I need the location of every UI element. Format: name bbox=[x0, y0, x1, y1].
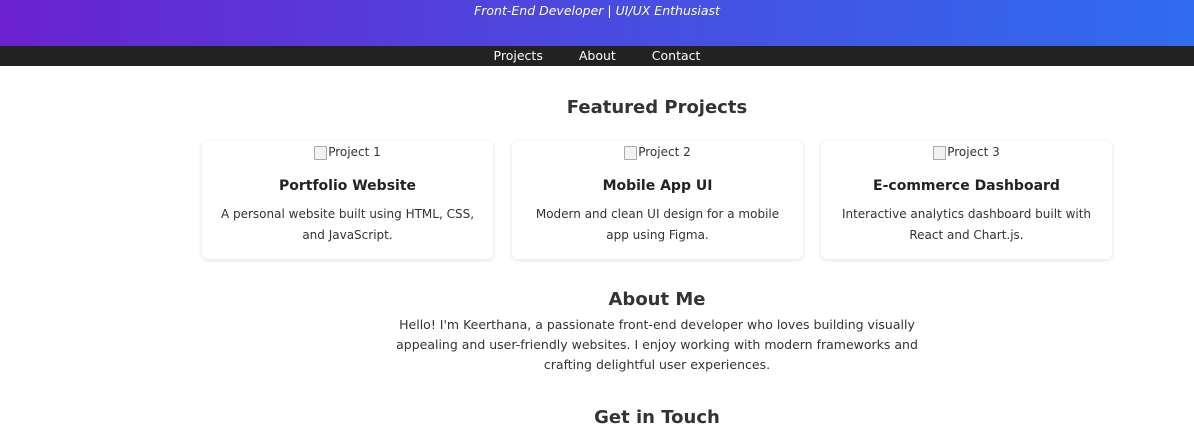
project-card-title: Mobile App UI bbox=[602, 178, 713, 194]
project-image-broken: Project 1 bbox=[314, 143, 381, 161]
project-card-description: Interactive analytics dashboard built wi… bbox=[841, 207, 1092, 242]
project-card-title: Portfolio Website bbox=[278, 178, 417, 194]
tagline: Front-End Developer | UI/UX Enthusiast bbox=[474, 3, 720, 18]
project-card-mobile-app[interactable]: Project 2 Mobile App UI Modern and clean… bbox=[512, 141, 803, 259]
navbar: Projects About Contact bbox=[0, 46, 1194, 66]
about-section-title: About Me bbox=[608, 289, 706, 310]
project-image-broken: Project 3 bbox=[933, 143, 1000, 161]
projects-section-title: Featured Projects bbox=[566, 97, 748, 118]
project-card-description: Modern and clean UI design for a mobile … bbox=[535, 207, 780, 242]
about-text: Hello! I'm Keerthana, a passionate front… bbox=[396, 317, 918, 372]
project-card-portfolio[interactable]: Project 1 Portfolio Website A personal w… bbox=[202, 141, 493, 259]
project-image-broken: Project 2 bbox=[624, 143, 691, 161]
project-card-description: A personal website built using HTML, CSS… bbox=[220, 207, 475, 242]
project-card-ecommerce[interactable]: Project 3 E-commerce Dashboard Interacti… bbox=[821, 141, 1112, 259]
nav-link-projects[interactable]: Projects bbox=[476, 46, 561, 66]
contact-section-title: Get in Touch bbox=[594, 407, 720, 428]
project-card-title: E-commerce Dashboard bbox=[873, 178, 1060, 194]
nav-link-contact[interactable]: Contact bbox=[634, 46, 719, 66]
nav-link-about[interactable]: About bbox=[561, 46, 634, 66]
hero-header: Front-End Developer | UI/UX Enthusiast bbox=[0, 0, 1194, 46]
project-cards: Project 1 Portfolio Website A personal w… bbox=[202, 141, 1112, 259]
